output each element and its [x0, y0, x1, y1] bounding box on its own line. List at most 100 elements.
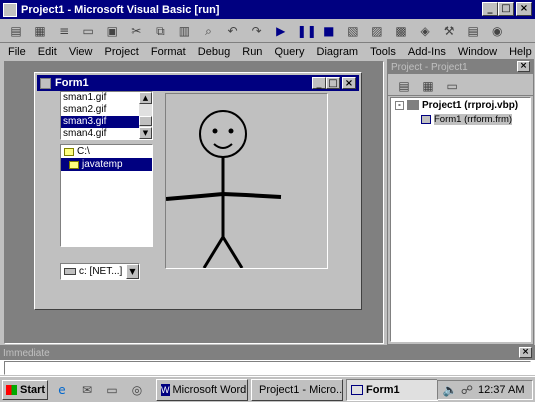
chevron-down-icon[interactable]: ▼ [126, 264, 139, 279]
file-listbox[interactable]: sman1.gif sman2.gif sman3.gif sman4.gif … [60, 91, 153, 140]
outlook-express-icon[interactable]: ✉ [79, 382, 95, 398]
stick-figure-image [166, 110, 282, 268]
app-close-button[interactable]: × [516, 2, 532, 16]
immediate-window: Immediate × [0, 345, 535, 375]
picture-box [165, 93, 328, 269]
form1-title: Form1 [55, 77, 89, 89]
show-desktop-icon[interactable]: ▭ [104, 382, 120, 398]
taskbar-item-word[interactable]: W Microsoft Word [156, 378, 248, 401]
project-root-label: Project1 (rrproj.vbp) [422, 99, 519, 111]
form-layout-icon[interactable]: ▩ [393, 23, 409, 39]
view-code-icon[interactable]: ▤ [396, 78, 412, 94]
project-tree: - Project1 (rrproj.vbp) Form1 (rrform.fr… [390, 97, 531, 342]
immediate-title: Immediate [3, 347, 50, 359]
menu-project[interactable]: Project [105, 46, 139, 58]
view-object-icon[interactable]: ▦ [420, 78, 436, 94]
app-maximize-button[interactable]: □ [498, 2, 514, 16]
immediate-titlebar: Immediate × [0, 346, 535, 360]
toolbox-icon[interactable]: ⚒ [441, 23, 457, 39]
data-view-icon[interactable]: ▤ [465, 23, 481, 39]
form-icon [40, 77, 51, 89]
dir-label: javatemp [82, 159, 123, 170]
word-icon: W [161, 383, 170, 396]
save-icon[interactable]: ▣ [104, 23, 120, 39]
menu-window[interactable]: Window [458, 46, 497, 58]
toggle-folders-icon[interactable]: ▭ [444, 78, 460, 94]
start-icon[interactable]: ▶ [273, 23, 289, 39]
dir-item-javatemp[interactable]: javatemp [61, 158, 152, 171]
end-icon[interactable]: ■ [321, 23, 337, 39]
form1-titlebar: Form1 _ □ × [37, 75, 359, 91]
scroll-down-arrow-icon[interactable]: ▼ [139, 127, 152, 139]
project-explorer-toolbar: ▤ ▦ ▭ [388, 74, 533, 96]
app-minimize-button[interactable]: _ [482, 2, 498, 16]
properties-icon[interactable]: ▨ [369, 23, 385, 39]
drive-value: c: [NET...] [79, 266, 123, 277]
scroll-thumb[interactable] [139, 116, 152, 126]
immediate-input[interactable] [4, 361, 531, 375]
break-icon[interactable]: ❚❚ [297, 23, 317, 39]
menu-view[interactable]: View [69, 46, 93, 58]
form-node-label: Form1 (rrform.frm) [434, 113, 513, 125]
taskbar-item-form1[interactable]: Form1 [346, 378, 438, 401]
find-icon[interactable]: ⌕ [201, 23, 217, 39]
project-explorer-title: Project - Project1 [391, 61, 468, 73]
menu-addins[interactable]: Add-Ins [408, 46, 446, 58]
copy-icon[interactable]: ⧉ [152, 23, 168, 39]
undo-icon[interactable]: ↶ [225, 23, 241, 39]
drive-combobox[interactable]: c: [NET...] ▼ [60, 263, 140, 280]
channels-icon[interactable]: ◎ [129, 382, 145, 398]
start-button[interactable]: Start [2, 379, 48, 400]
open-folder-icon [69, 160, 79, 169]
menu-diagram[interactable]: Diagram [317, 46, 359, 58]
collapse-icon[interactable]: - [395, 100, 404, 110]
vb-app-icon [3, 2, 17, 17]
form-maximize-button[interactable]: □ [326, 77, 340, 89]
menu-tools[interactable]: Tools [370, 46, 396, 58]
quick-launch: e ✉ ▭ ◎ [54, 382, 150, 398]
scroll-up-arrow-icon[interactable]: ▲ [139, 92, 152, 104]
cut-icon[interactable]: ✂ [128, 23, 144, 39]
taskbar-item-label: Form1 [366, 383, 400, 396]
start-label: Start [20, 383, 46, 396]
object-browser-icon[interactable]: ◈ [417, 23, 433, 39]
form-close-button[interactable]: × [342, 77, 356, 89]
add-project-icon[interactable]: ▤ [8, 23, 24, 39]
redo-icon[interactable]: ↷ [249, 23, 265, 39]
project-explorer-panel: Project - Project1 × ▤ ▦ ▭ - Project1 (r… [387, 59, 534, 345]
tree-node-project[interactable]: - Project1 (rrproj.vbp) [391, 98, 530, 112]
menu-run[interactable]: Run [242, 46, 262, 58]
form1-window: Form1 _ □ × sman1.gif sman2.gif sman3.gi… [34, 72, 362, 310]
add-form-icon[interactable]: ▦ [32, 23, 48, 39]
menu-help[interactable]: Help [509, 46, 532, 58]
project-icon [407, 100, 419, 110]
menu-query[interactable]: Query [275, 46, 305, 58]
menu-editor-icon[interactable]: ≡ [56, 23, 72, 39]
tree-node-form[interactable]: Form1 (rrform.frm) [391, 112, 530, 126]
project-close-button[interactable]: × [517, 61, 530, 72]
project-explorer-icon[interactable]: ▧ [345, 23, 361, 39]
menu-file[interactable]: File [8, 46, 26, 58]
network-icon[interactable]: ☍ [459, 382, 475, 398]
open-icon[interactable]: ▭ [80, 23, 96, 39]
immediate-close-button[interactable]: × [519, 347, 532, 358]
dir-label: C:\ [77, 146, 90, 157]
file-list-scrollbar[interactable]: ▲ ▼ [139, 92, 152, 139]
taskbar-item-label: Microsoft Word [172, 383, 247, 396]
component-icon[interactable]: ◉ [489, 23, 505, 39]
taskbar-item-label: Project1 - Micro... [259, 383, 343, 396]
directory-listbox[interactable]: C:\ javatemp [60, 144, 153, 247]
project-explorer-titlebar: Project - Project1 × [388, 60, 533, 74]
menu-format[interactable]: Format [151, 46, 186, 58]
menu-debug[interactable]: Debug [198, 46, 230, 58]
menu-edit[interactable]: Edit [38, 46, 57, 58]
taskbar-item-vb[interactable]: Project1 - Micro... [251, 378, 343, 401]
system-tray: 🔈 ☍ 12:37 AM [437, 380, 533, 400]
dir-item-root[interactable]: C:\ [61, 145, 152, 158]
app-title: Project1 - Microsoft Visual Basic [run] [21, 3, 220, 16]
form-minimize-button[interactable]: _ [312, 77, 326, 89]
ie-icon[interactable]: e [54, 382, 70, 398]
volume-icon[interactable]: 🔈 [442, 382, 458, 398]
windows-logo-icon [6, 384, 17, 395]
paste-icon[interactable]: ▥ [176, 23, 192, 39]
